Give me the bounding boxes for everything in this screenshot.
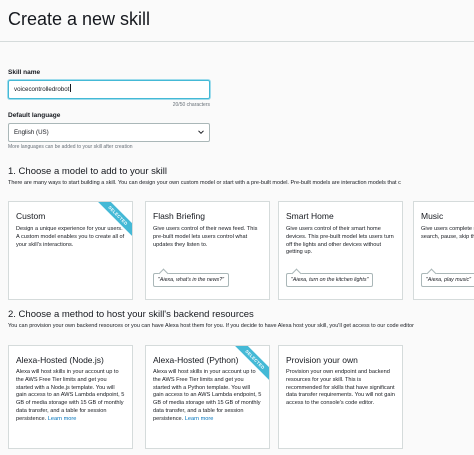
card-description: Provision your own endpoint and backend … (286, 369, 395, 407)
example-utterance: "Alexa, play music" (421, 273, 474, 287)
hosting-card-nodejs[interactable]: Alexa-Hosted (Node.js) Alexa will host s… (8, 345, 133, 449)
hosting-card-python[interactable]: Alexa-Hosted (Python) Alexa will host sk… (145, 345, 270, 449)
example-utterance: "Alexa, what's in the news?" (153, 273, 230, 287)
card-description-text: Alexa will host skills in your account u… (153, 369, 262, 422)
text-caret (70, 84, 72, 92)
model-section-description: There are many ways to start building a … (8, 180, 401, 186)
card-description: Design a unique experience for your user… (16, 226, 125, 248)
card-title: Music (421, 211, 444, 221)
model-card-smart-home[interactable]: Smart Home Give users control of their s… (278, 201, 403, 300)
card-description: Give users complete music. This pre-buil… (421, 226, 474, 240)
learn-more-link[interactable]: Learn more (48, 416, 77, 422)
card-title: Custom (16, 211, 46, 221)
card-title: Alexa-Hosted (Node.js) (16, 355, 104, 365)
skill-name-value: voicecontrolledrobot (14, 86, 70, 93)
example-utterance: "Alexa, turn on the kitchen lights" (286, 273, 374, 287)
character-count: 20/50 characters (172, 102, 210, 108)
page-title: Create a new skill (8, 9, 151, 29)
learn-more-link[interactable]: Learn more (185, 416, 214, 422)
card-title: Provision your own (286, 355, 358, 365)
card-description-text: Alexa will host skills in your account u… (16, 369, 125, 422)
card-description: Give users control of their smart home d… (286, 226, 394, 256)
card-title: Alexa-Hosted (Python) (153, 355, 239, 365)
skill-name-input[interactable]: voicecontrolledrobot (8, 80, 210, 99)
card-description: Give users control of their news feed. T… (153, 226, 258, 248)
language-selected-value: English (US) (14, 129, 49, 136)
hosting-section-title: 2. Choose a method to host your skill's … (8, 309, 254, 320)
hosting-card-provision-own[interactable]: Provision your own Provision your own en… (278, 345, 403, 449)
card-title: Flash Briefing (153, 211, 205, 221)
model-section-title: 1. Choose a model to add to your skill (8, 166, 167, 177)
model-card-custom[interactable]: Custom Design a unique experience for yo… (8, 201, 133, 300)
model-card-flash-briefing[interactable]: Flash Briefing Give users control of the… (145, 201, 270, 300)
skill-name-label: Skill name (8, 69, 41, 76)
card-description: Alexa will host skills in your account u… (16, 369, 125, 424)
language-select[interactable]: English (US) (8, 123, 210, 142)
card-description: Alexa will host skills in your account u… (153, 369, 262, 424)
model-card-music[interactable]: Music Give users complete music. This pr… (413, 201, 474, 300)
default-language-label: Default language (8, 112, 61, 119)
title-divider (0, 41, 474, 42)
chevron-down-icon (198, 130, 204, 135)
language-helper-text: More languages can be added to your skil… (8, 144, 133, 150)
hosting-section-description: You can provision your own backend resou… (8, 323, 414, 329)
card-title: Smart Home (286, 211, 334, 221)
